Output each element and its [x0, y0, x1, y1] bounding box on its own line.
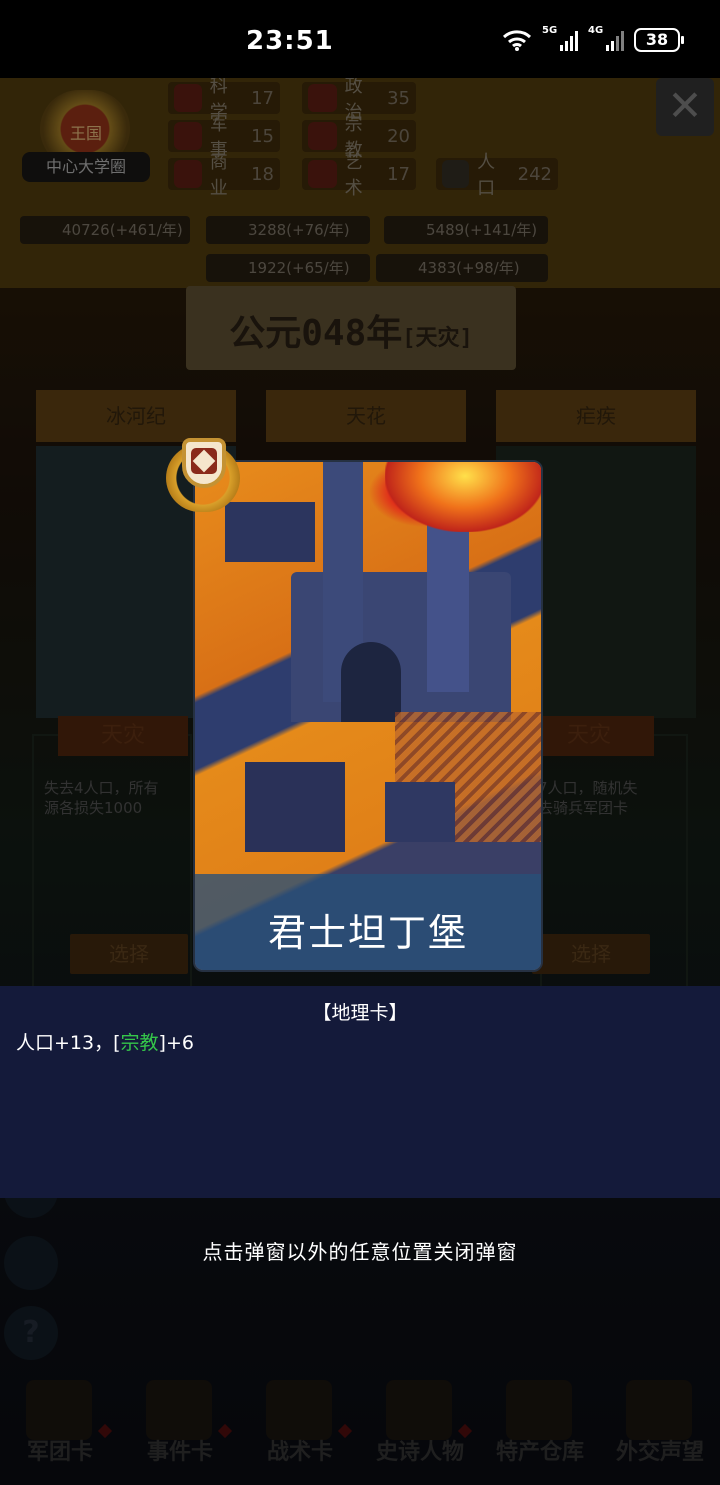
- signal-5g-icon: 5G: [542, 25, 578, 51]
- battery-indicator: 38: [634, 28, 684, 52]
- signal-4g-icon: 4G: [588, 25, 624, 51]
- status-icons: 5G 4G 38: [502, 25, 684, 52]
- effect-highlight: 宗教: [120, 1032, 159, 1054]
- card-title: 君士坦丁堡: [267, 911, 468, 955]
- geography-badge-icon: [166, 436, 240, 512]
- status-time: 23:51: [246, 26, 334, 56]
- wifi-icon: [502, 30, 532, 51]
- card-type: 【地理卡】: [312, 1002, 408, 1024]
- map-icon: [191, 448, 217, 474]
- card-info-panel: 【地理卡】 人口+13，[宗教]+6: [0, 986, 720, 1198]
- status-bar: 23:51 5G 4G 38: [0, 0, 720, 78]
- geography-card: 君士坦丁堡: [193, 460, 543, 972]
- artwork-fire: [385, 462, 541, 532]
- shield-icon: [182, 438, 226, 488]
- artwork-rubble: [245, 762, 345, 852]
- artwork-gate: [341, 642, 401, 722]
- card-effect: 人口+13，[宗教]+6: [16, 1032, 194, 1054]
- artwork-rubble: [385, 782, 455, 842]
- dismiss-hint: 点击弹窗以外的任意位置关闭弹窗: [202, 1240, 518, 1264]
